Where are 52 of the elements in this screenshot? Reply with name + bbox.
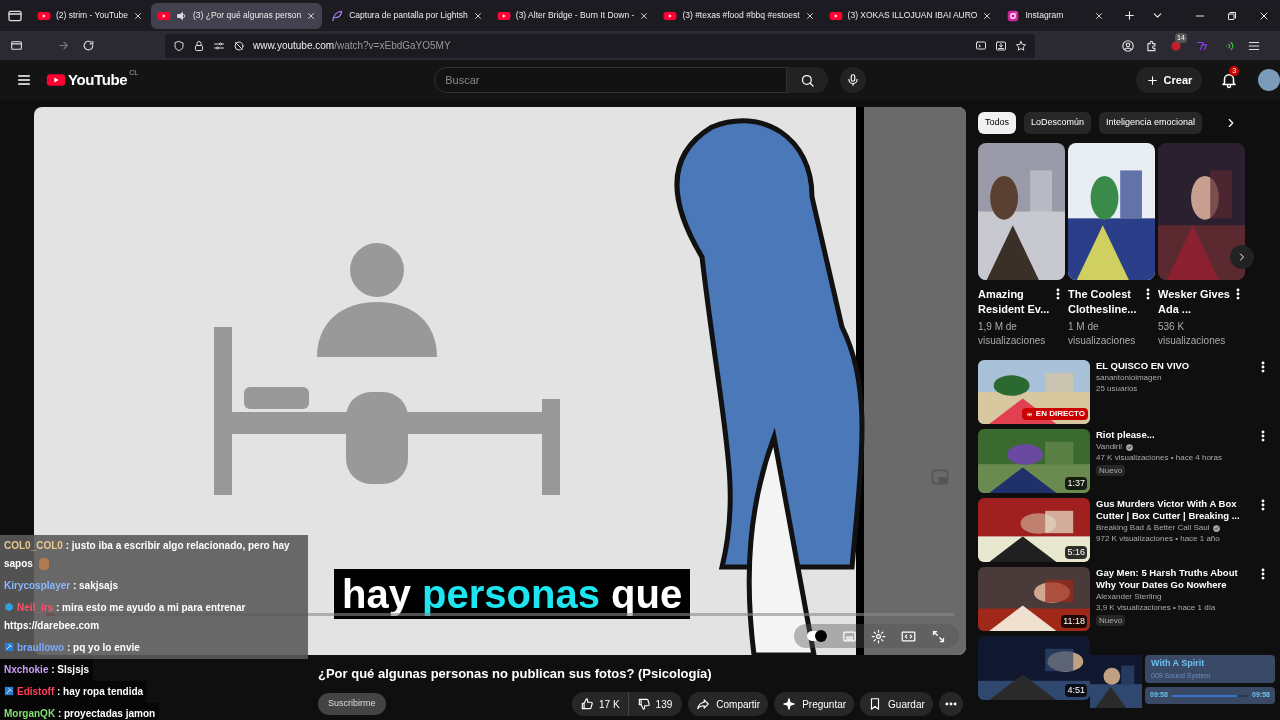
- channel-name[interactable]: Breaking Bad & Better Call Saul: [1096, 523, 1210, 533]
- save-button[interactable]: Guardar: [860, 692, 933, 716]
- chat-message: Kirycosplayer : sakjsajs: [0, 575, 308, 597]
- channel-name[interactable]: sanantonioimagen: [1096, 373, 1162, 383]
- channel-name[interactable]: Alexander Sterling: [1096, 592, 1162, 602]
- chat-message: Edistoff : hay ropa tendida: [0, 681, 148, 703]
- video-meta: 3,9 K visualizaciones • hace 1 día: [1096, 603, 1217, 613]
- video-meta: 47 K visualizaciones • hace 4 horas: [1096, 453, 1223, 463]
- video-title[interactable]: Gay Men: 5 Harsh Truths About Why Your Dates Go Nowhere: [1096, 567, 1250, 591]
- live-badge: EN DIRECTO: [1021, 408, 1088, 420]
- view-count: 1 M de visualizaciones: [1068, 320, 1137, 348]
- browser-tab[interactable]: Instagram: [1000, 2, 1111, 29]
- share-button[interactable]: Compartir: [688, 692, 769, 716]
- view-count: 1,9 M de visualizaciones: [978, 320, 1047, 348]
- short-title[interactable]: Amazing Resident Ev...: [978, 287, 1051, 317]
- browser-tab[interactable]: (2) strim - YouTube: [31, 2, 149, 29]
- create-button[interactable]: Crear: [1135, 67, 1203, 93]
- browser-tab[interactable]: Captura de pantalla por Lightsh: [324, 2, 489, 29]
- address-bar[interactable]: www.youtube.com/watch?v=xEbdGaYO5MY: [165, 33, 1035, 58]
- subscribe-button[interactable]: Suscribirme: [318, 693, 386, 715]
- track-title: With A Spirit: [1151, 657, 1206, 670]
- short-title[interactable]: Wesker Gives Ada ...: [1158, 287, 1231, 317]
- channel-name[interactable]: Vandiril: [1096, 442, 1123, 452]
- browser-tab[interactable]: (3) #texas #food #bbq #estoest: [657, 2, 821, 29]
- like-button[interactable]: 17 K: [572, 692, 628, 716]
- short-title[interactable]: The Coolest Clothesline...: [1068, 287, 1141, 317]
- subtitle-caption: hay personas que: [334, 569, 691, 619]
- browser-tab[interactable]: (3) XOKAS ILLOJUAN IBAI AURO: [822, 2, 999, 29]
- filter-chip[interactable]: LoDescomún: [1024, 112, 1092, 134]
- youtube-logo[interactable]: YouTube: [46, 68, 128, 92]
- new-badge: Nuevo: [1096, 615, 1126, 626]
- filter-chip[interactable]: Inteligencia emocional: [1099, 112, 1203, 134]
- video-meta: 972 K visualizaciones • hace 1 año: [1096, 534, 1221, 544]
- chat-message: Neil_irs : mira esto me ayudo a mi para entrenar https://darebee.com: [0, 597, 308, 637]
- video-title[interactable]: Gus Murders Victor With A Box Cutter | Box Cutter | Breaking ...: [1096, 498, 1250, 522]
- url-text: www.youtube.com/watch?v=xEbdGaYO5MY: [253, 39, 451, 53]
- chat-message: braullowo : pq yo lo envie: [0, 637, 308, 659]
- browser-tab[interactable]: (3) ¿Por qué algunas person: [150, 2, 323, 29]
- search-field[interactable]: Buscar: [434, 67, 787, 93]
- chat-message: COL0_COL0 : justo iba a escribir algo relacionado, pero hay sapos: [0, 535, 308, 575]
- video-title[interactable]: EL QUISCO EN VIVO: [1096, 360, 1250, 372]
- filter-chip[interactable]: Todos: [978, 112, 1017, 134]
- video-title[interactable]: Riot please...: [1096, 429, 1250, 441]
- chat-message: MorganQK : proyectadas jamon: [0, 703, 160, 720]
- video-meta: 25 usuarios: [1096, 384, 1139, 394]
- dislike-button[interactable]: 139: [627, 692, 683, 716]
- browser-tab[interactable]: (3) Alter Bridge - Burn It Down -: [490, 2, 656, 29]
- video-title: ¿Por qué algunas personas no publican sus fotos? (Psicología): [318, 665, 712, 683]
- chat-message: Nxchokie : Slsjsjs: [0, 659, 94, 681]
- ask-button[interactable]: Preguntar: [774, 692, 855, 716]
- view-count: 536 K visualizaciones: [1158, 320, 1227, 348]
- new-badge: Nuevo: [1096, 465, 1126, 476]
